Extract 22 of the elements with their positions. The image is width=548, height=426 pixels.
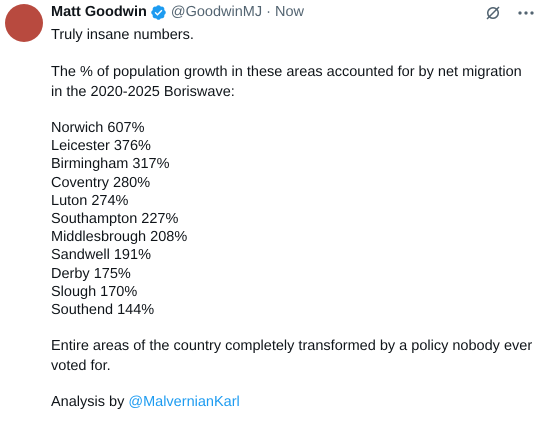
grok-slash-icon[interactable] <box>484 4 502 22</box>
author-name[interactable]: Matt Goodwin <box>51 3 147 22</box>
statistic-line: Leicester 376% <box>51 137 152 156</box>
statistic-line: Middlesbrough 208% <box>51 228 188 246</box>
tweet-text: Entire areas of the country completely transformed by a policy nobody ever voted for. <box>51 337 534 376</box>
statistic-line: Southampton 227% <box>51 210 180 228</box>
statistic-line: Southend 144% <box>51 301 156 320</box>
author-handle[interactable]: @GoodwinMJ <box>170 3 262 22</box>
statistic-line: Coventry 280% <box>51 174 152 192</box>
timestamp[interactable]: Now <box>274 3 304 22</box>
more-options-icon[interactable] <box>518 10 534 15</box>
separator-dot: · <box>266 3 271 22</box>
tweet-text: Truly insane numbers. <box>51 26 195 44</box>
statistic-line: Sandwell 191% <box>51 246 152 265</box>
avatar-photo-placeholder[interactable] <box>5 4 43 42</box>
statistic-line: Norwich 607% <box>51 119 146 138</box>
statistic-line: Luton 274% <box>51 192 130 210</box>
statistic-line: Slough 170% <box>51 282 138 302</box>
statistic-line: Derby 175% <box>51 264 132 283</box>
credit-text: Analysis by <box>51 393 124 412</box>
tweet-text: The % of population growth in these areas accounted for by net migration in the 2020-2025 Boriswave: <box>51 63 523 102</box>
statistic-line: Birmingham 317% <box>51 155 170 174</box>
